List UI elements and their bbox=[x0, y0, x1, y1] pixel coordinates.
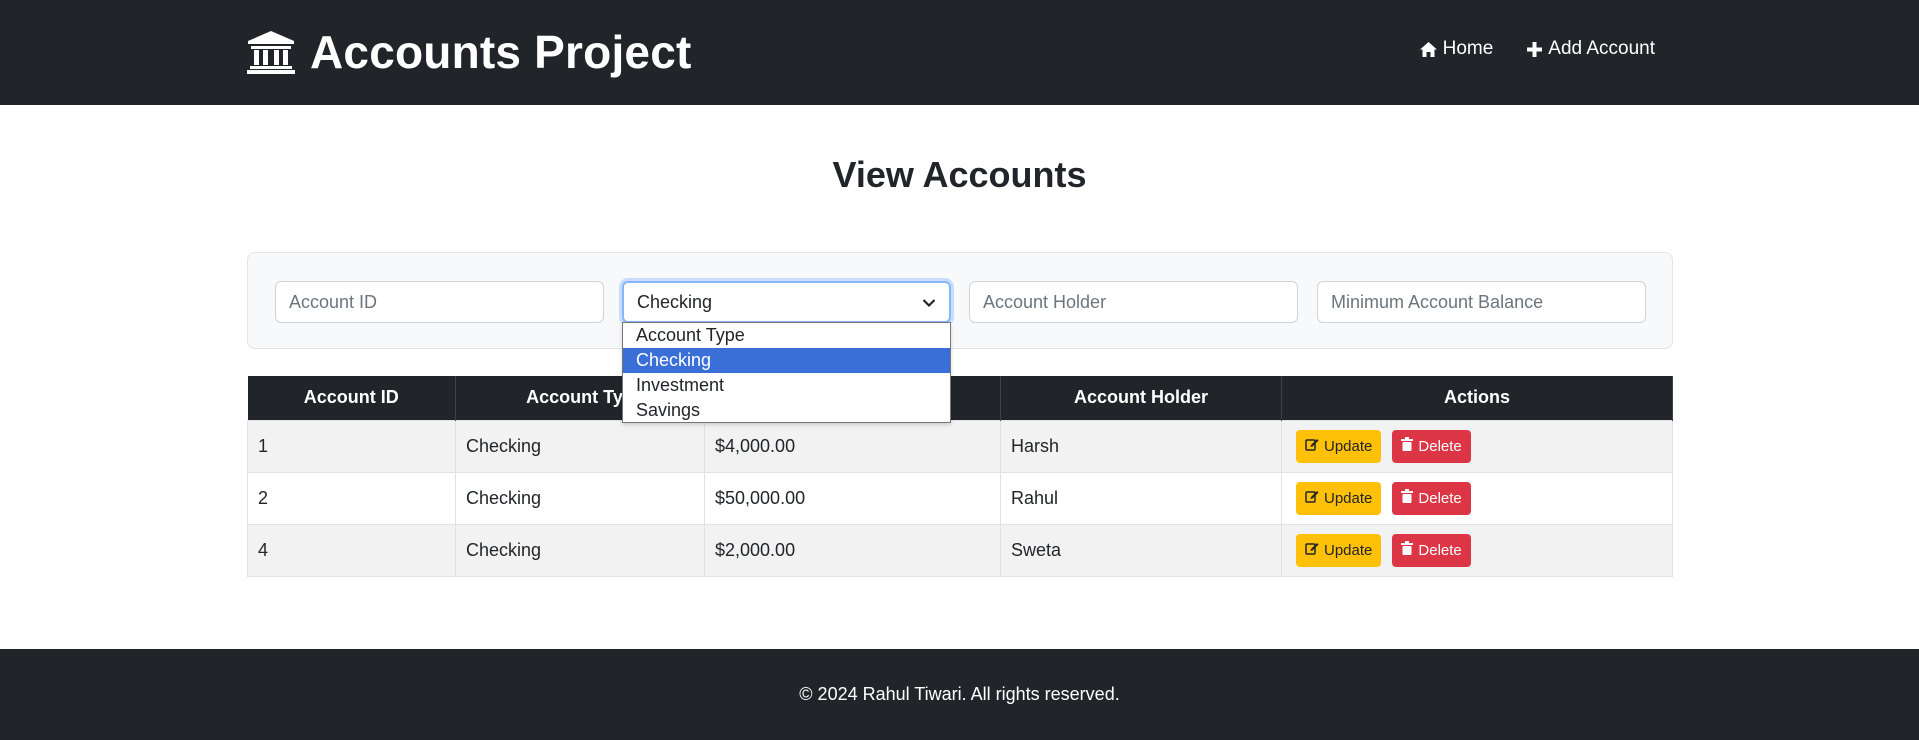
nav-add-account-label: Add Account bbox=[1548, 38, 1655, 59]
account-type-select[interactable]: Checking bbox=[622, 281, 951, 323]
edit-icon bbox=[1305, 437, 1319, 455]
account-type-selected: Checking bbox=[637, 291, 713, 312]
trash-icon bbox=[1401, 489, 1414, 507]
cell-account-type: Checking bbox=[455, 419, 705, 473]
account-holder-placeholder: Account Holder bbox=[983, 291, 1107, 312]
update-button[interactable]: Update bbox=[1296, 533, 1382, 567]
brand-title: Accounts Project bbox=[310, 26, 692, 78]
update-label: Update bbox=[1324, 541, 1373, 559]
account-holder-input[interactable]: Account Holder bbox=[969, 281, 1298, 323]
chevron-down-icon bbox=[922, 292, 936, 313]
top-navbar: Accounts Project Home Add Account bbox=[0, 0, 1919, 105]
nav-home-label: Home bbox=[1442, 38, 1494, 59]
delete-button[interactable]: Delete bbox=[1392, 481, 1471, 515]
bank-icon bbox=[246, 29, 296, 75]
cell-actions: Update Delete bbox=[1281, 471, 1673, 525]
update-button[interactable]: Update bbox=[1296, 429, 1382, 463]
cell-balance: $4,000.00 bbox=[704, 419, 1001, 473]
delete-button[interactable]: Delete bbox=[1392, 429, 1471, 463]
nav-home-link[interactable]: Home bbox=[1419, 38, 1494, 60]
plus-icon bbox=[1527, 41, 1543, 57]
min-balance-placeholder: Minimum Account Balance bbox=[1331, 291, 1544, 312]
cell-account-type: Checking bbox=[455, 523, 705, 577]
delete-button[interactable]: Delete bbox=[1392, 533, 1471, 567]
cell-account-holder: Sweta bbox=[1000, 523, 1282, 577]
table-row: 2 Checking $50,000.00 Rahul Update Delet… bbox=[247, 471, 1673, 525]
header-actions: Actions bbox=[1281, 376, 1673, 420]
account-id-input[interactable]: Account ID bbox=[275, 281, 604, 323]
nav-add-account-link[interactable]: Add Account bbox=[1527, 38, 1655, 60]
header-account-id: Account ID bbox=[247, 376, 456, 420]
account-type-dropdown-list: Account Type Checking Investment Savings bbox=[622, 322, 951, 423]
delete-label: Delete bbox=[1418, 489, 1462, 507]
table-row: 4 Checking $2,000.00 Sweta Update Delete bbox=[247, 523, 1673, 577]
dropdown-option-checking[interactable]: Checking bbox=[623, 348, 950, 373]
nav-links: Home Add Account bbox=[1419, 38, 1655, 60]
edit-icon bbox=[1305, 541, 1319, 559]
update-button[interactable]: Update bbox=[1296, 481, 1382, 515]
dropdown-option-investment[interactable]: Investment bbox=[623, 373, 950, 398]
table-row: 1 Checking $4,000.00 Harsh Update Delete bbox=[247, 419, 1673, 473]
trash-icon bbox=[1401, 437, 1414, 455]
accounts-table-container: Account ID Account Typ Account Holder Ac… bbox=[247, 376, 1673, 577]
brand[interactable]: Accounts Project bbox=[246, 22, 692, 82]
table-header-row: Account ID Account Typ Account Holder Ac… bbox=[247, 376, 1673, 420]
cell-account-type: Checking bbox=[455, 471, 705, 525]
dropdown-option-account-type[interactable]: Account Type bbox=[623, 323, 950, 348]
header-account-holder: Account Holder bbox=[1000, 376, 1282, 420]
trash-icon bbox=[1401, 541, 1414, 559]
cell-balance: $2,000.00 bbox=[704, 523, 1001, 577]
edit-icon bbox=[1305, 489, 1319, 507]
cell-account-id: 2 bbox=[247, 471, 456, 525]
account-id-placeholder: Account ID bbox=[289, 291, 378, 312]
cell-actions: Update Delete bbox=[1281, 523, 1673, 577]
delete-label: Delete bbox=[1418, 437, 1462, 455]
cell-account-id: 4 bbox=[247, 523, 456, 577]
filter-panel: Account ID Checking Account Holder Minim… bbox=[247, 252, 1673, 349]
cell-account-holder: Rahul bbox=[1000, 471, 1282, 525]
cell-account-id: 1 bbox=[247, 419, 456, 473]
home-icon bbox=[1419, 41, 1437, 57]
cell-actions: Update Delete bbox=[1281, 419, 1673, 473]
min-balance-input[interactable]: Minimum Account Balance bbox=[1317, 281, 1646, 323]
page-title: View Accounts bbox=[832, 154, 1087, 195]
delete-label: Delete bbox=[1418, 541, 1462, 559]
footer: © 2024 Rahul Tiwari. All rights reserved… bbox=[0, 649, 1919, 740]
dropdown-option-savings[interactable]: Savings bbox=[623, 398, 950, 423]
update-label: Update bbox=[1324, 437, 1373, 455]
cell-balance: $50,000.00 bbox=[704, 471, 1001, 525]
cell-account-holder: Harsh bbox=[1000, 419, 1282, 473]
accounts-table: Account ID Account Typ Account Holder Ac… bbox=[247, 376, 1673, 577]
update-label: Update bbox=[1324, 489, 1373, 507]
footer-copyright: © 2024 Rahul Tiwari. All rights reserved… bbox=[799, 684, 1120, 704]
